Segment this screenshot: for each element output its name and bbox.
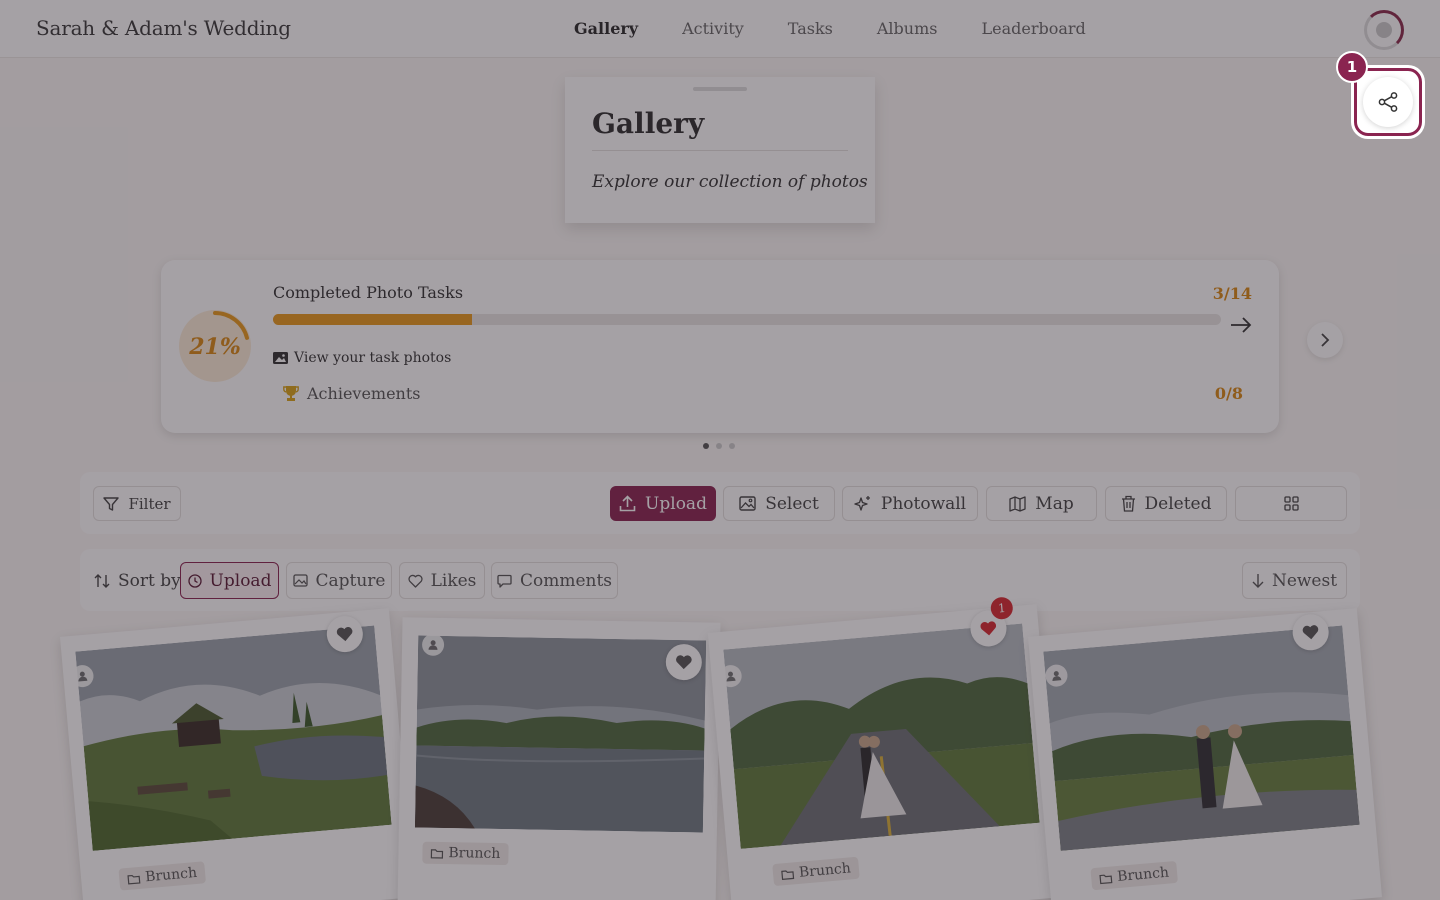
- tour-spotlight[interactable]: [1354, 68, 1422, 136]
- share-button[interactable]: [1363, 77, 1413, 127]
- tour-overlay[interactable]: [0, 0, 1440, 900]
- share-icon: [1378, 92, 1398, 112]
- tour-step-badge: 1: [1336, 51, 1368, 83]
